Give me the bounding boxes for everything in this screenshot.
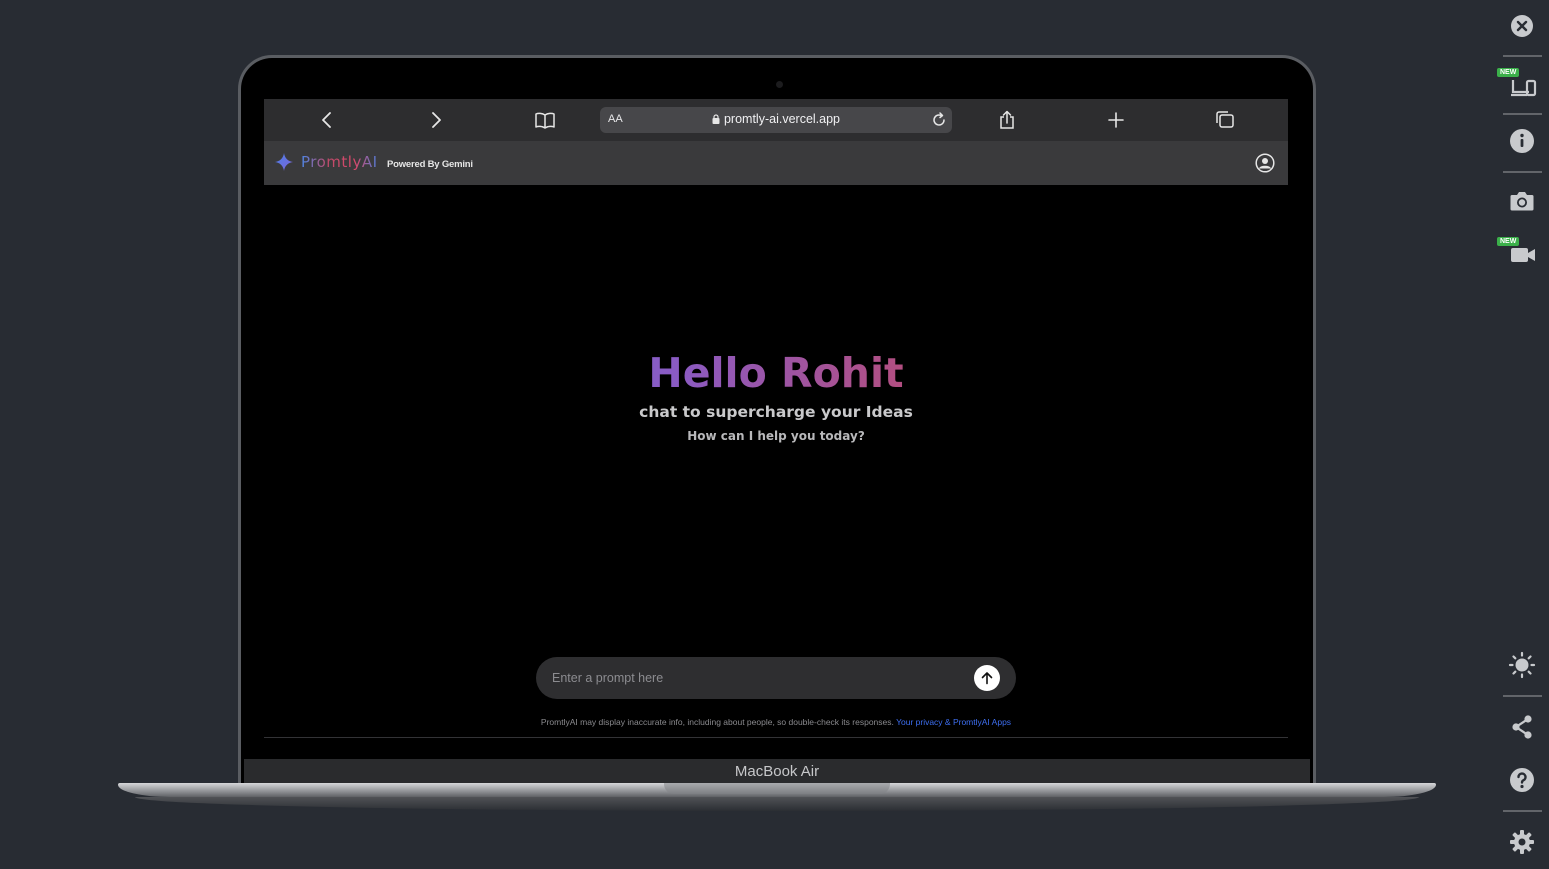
greeting-question: How can I help you today?	[687, 429, 865, 443]
camera-dot	[776, 81, 783, 88]
sidebar-separator	[1503, 810, 1542, 812]
lock-icon	[712, 114, 720, 124]
sidebar-separator	[1503, 171, 1542, 173]
screenshot-button[interactable]	[1495, 189, 1549, 213]
footer-divider	[264, 737, 1288, 738]
chevron-left-icon	[322, 112, 331, 128]
share-icon	[1000, 110, 1014, 129]
sidebar-separator	[1503, 695, 1542, 697]
sun-icon	[1508, 651, 1536, 679]
laptop-screen: AA promtly-ai.vercel.app PromtlyAI Power…	[264, 99, 1288, 756]
tabs-icon	[1216, 111, 1234, 128]
back-button[interactable]	[313, 108, 341, 132]
greeting-subtitle: chat to supercharge your Ideas	[639, 403, 913, 421]
close-button[interactable]	[1495, 14, 1549, 38]
info-icon	[1510, 129, 1534, 153]
tabs-overview-button[interactable]	[1211, 108, 1239, 132]
device-label: MacBook Air	[734, 763, 820, 780]
gear-icon	[1510, 830, 1534, 854]
camera-icon	[1510, 192, 1534, 211]
gemini-spark-icon	[275, 153, 293, 171]
privacy-link[interactable]: Your privacy & PromtlyAI Apps	[896, 717, 1011, 727]
sidebar-separator	[1503, 113, 1542, 115]
laptop-base-shadow	[135, 797, 1419, 811]
close-icon	[1511, 15, 1533, 37]
chevron-right-icon	[432, 112, 441, 128]
plus-icon	[1108, 112, 1124, 128]
forward-button[interactable]	[422, 108, 450, 132]
greeting-title: Hello Rohit	[264, 349, 1288, 397]
new-badge: NEW	[1497, 237, 1520, 246]
send-button[interactable]	[974, 665, 1000, 691]
prompt-bar	[536, 657, 1016, 699]
arrow-up-icon	[981, 672, 993, 685]
help-button[interactable]	[1495, 767, 1549, 793]
laptop-hinge-notch	[664, 783, 890, 794]
new-badge: NEW	[1497, 68, 1520, 77]
user-avatar-icon[interactable]	[1255, 153, 1275, 173]
prompt-input[interactable]	[552, 657, 952, 699]
url-text: promtly-ai.vercel.app	[723, 112, 840, 126]
app-header: PromtlyAI Powered By Gemini	[264, 141, 1288, 185]
new-tab-button[interactable]	[1102, 108, 1130, 132]
theme-toggle-button[interactable]	[1495, 651, 1549, 679]
share-sidebar-button[interactable]	[1495, 714, 1549, 740]
laptop-lid: AA promtly-ai.vercel.app PromtlyAI Power…	[238, 55, 1316, 787]
brand-name[interactable]: PromtlyAI	[301, 153, 378, 171]
share-nodes-icon	[1512, 715, 1532, 739]
address-bar[interactable]: AA promtly-ai.vercel.app	[600, 107, 952, 133]
bookmarks-button[interactable]	[531, 108, 559, 132]
browser-toolbar: AA promtly-ai.vercel.app	[264, 99, 1288, 141]
question-icon	[1510, 768, 1534, 792]
powered-by-label: Powered By Gemini	[387, 159, 473, 170]
settings-button[interactable]	[1495, 829, 1549, 855]
share-button[interactable]	[993, 108, 1021, 132]
sidebar-separator	[1503, 55, 1542, 57]
disclaimer: PromtlyAI may display inaccurate info, i…	[264, 717, 1288, 727]
reload-icon[interactable]	[930, 111, 948, 129]
disclaimer-text: PromtlyAI may display inaccurate info, i…	[540, 717, 894, 727]
info-button[interactable]	[1495, 128, 1549, 154]
book-icon	[535, 112, 555, 129]
